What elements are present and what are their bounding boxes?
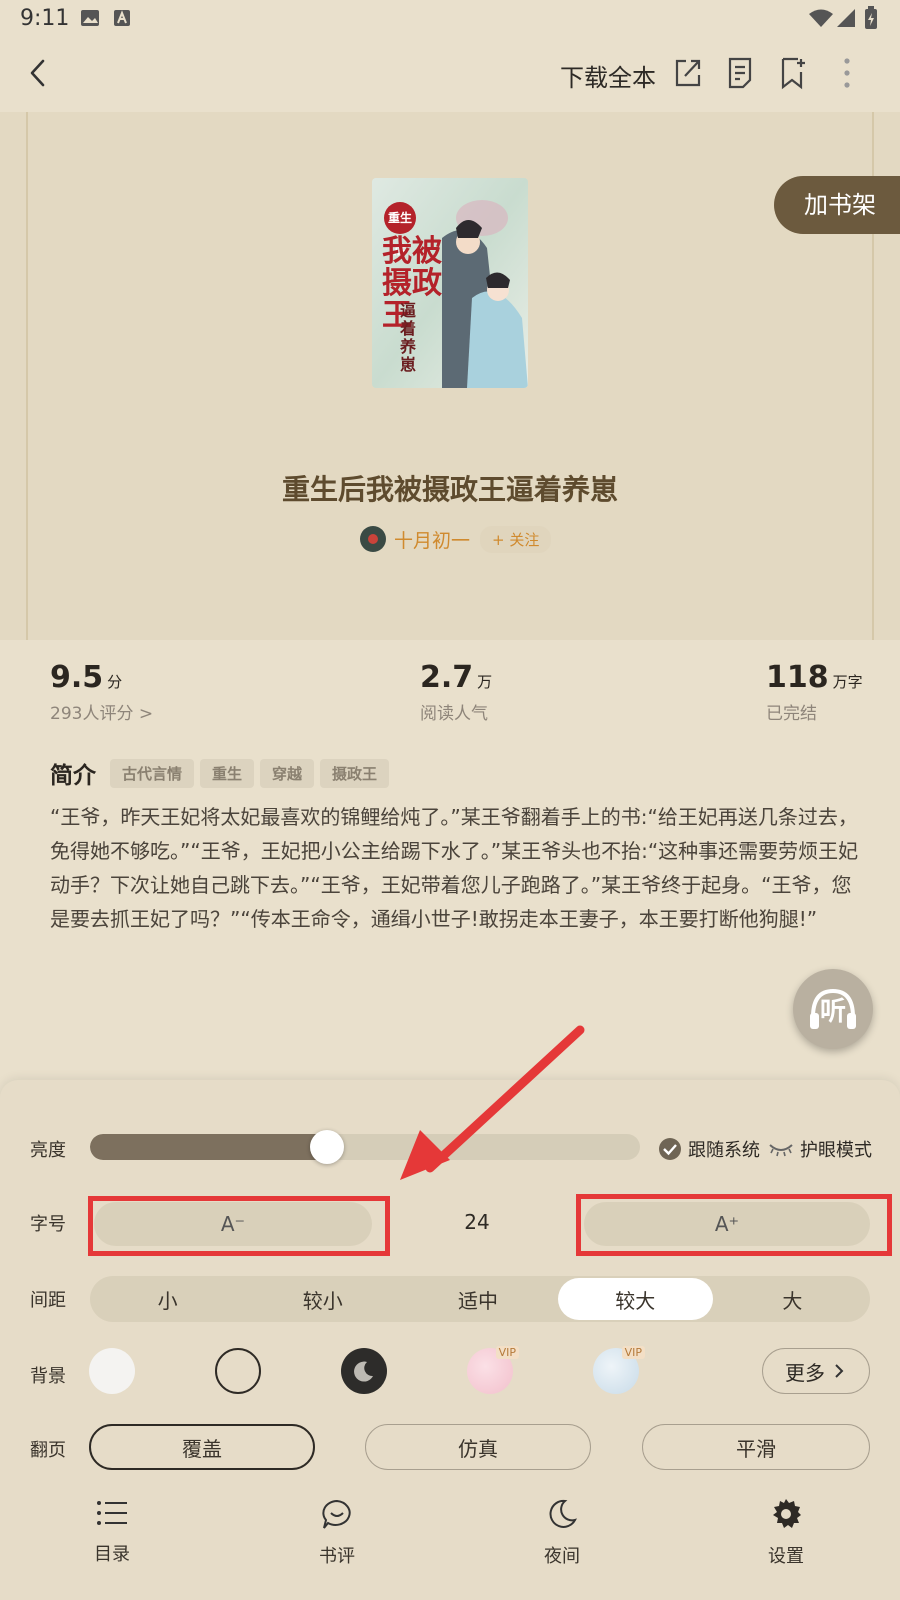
word-count-stat: 118 万字 已完结 — [766, 660, 863, 724]
tag[interactable]: 摄政王 — [320, 758, 390, 788]
notes-icon[interactable] — [726, 56, 756, 90]
spacing-option[interactable]: 较小 — [245, 1276, 400, 1322]
author-name[interactable]: 十月初一 — [394, 526, 470, 553]
moon-icon — [549, 1499, 577, 1528]
bookmark-add-icon[interactable] — [778, 56, 810, 90]
intro-header: 简介 古代言情 重生 穿越 摄政王 — [50, 756, 395, 790]
cover-title-text: 重生后 — [380, 202, 420, 257]
follow-button[interactable]: + 关注 — [480, 525, 552, 553]
background-white-option[interactable] — [89, 1348, 135, 1394]
popularity-stat: 2.7 万 阅读人气 — [420, 660, 492, 724]
brightness-fill — [90, 1134, 327, 1160]
spacing-selector: 小 较小 适中 较大 大 — [90, 1276, 870, 1322]
spacing-option[interactable]: 小 — [90, 1276, 245, 1322]
image-notification-icon — [81, 10, 99, 26]
cover-subtitle: 逼着养崽 — [400, 301, 417, 374]
nav-contents[interactable]: 目录 — [52, 1498, 172, 1566]
tag[interactable]: 古代言情 — [110, 758, 195, 788]
gear-icon — [773, 1499, 801, 1528]
completion-status: 已完结 — [766, 704, 817, 724]
check-circle-icon — [659, 1138, 681, 1160]
signal-icon — [837, 9, 855, 27]
background-blue-option[interactable]: VIP — [593, 1346, 645, 1394]
nav-label: 目录 — [94, 1544, 130, 1565]
eye-mode-label: 护眼模式 — [800, 1140, 872, 1161]
follow-system-label: 跟随系统 — [688, 1140, 760, 1161]
divider — [26, 112, 28, 640]
font-size-value: 24 — [464, 1210, 490, 1234]
battery-icon — [865, 6, 877, 29]
vip-badge: VIP — [495, 1346, 519, 1359]
list-icon — [97, 1501, 127, 1525]
popularity-unit: 万 — [477, 673, 493, 691]
avatar-dot — [368, 534, 378, 544]
toolbar: 下载全本 — [0, 36, 900, 113]
comment-icon — [322, 1499, 351, 1529]
chevron-right-icon — [835, 1364, 844, 1378]
listen-label: 听 — [819, 997, 846, 1027]
nav-settings[interactable]: 设置 — [726, 1498, 846, 1568]
wifi-icon — [809, 9, 833, 27]
brightness-label: 亮度 — [30, 1140, 66, 1161]
book-title: 重生后我被摄政王逼着养崽 — [281, 473, 618, 506]
flip-option-cover[interactable]: 覆盖 — [89, 1424, 315, 1470]
intro-text: “王爷，昨天王妃将太妃最喜欢的锦鲤给炖了。”某王爷翻着手上的书:“给王妃再送几条… — [50, 805, 859, 931]
flip-option-simulation[interactable]: 仿真 — [365, 1424, 591, 1470]
status-time: 9:11 — [20, 6, 70, 31]
annotation-highlight-box — [88, 1196, 390, 1256]
font-size-label: 字号 — [30, 1214, 66, 1235]
moon-icon — [354, 1361, 373, 1382]
more-options-icon[interactable] — [840, 56, 854, 90]
more-backgrounds-button[interactable]: 更多 — [762, 1348, 870, 1394]
app-notification-icon — [114, 10, 130, 26]
eye-closed-icon — [769, 1144, 793, 1157]
score-value: 9.5 — [50, 660, 104, 695]
share-icon[interactable] — [672, 56, 704, 90]
annotation-highlight-box — [576, 1194, 892, 1256]
author-avatar[interactable] — [360, 526, 386, 552]
words-unit: 万字 — [832, 673, 863, 691]
book-cover[interactable]: 重生后 我被摄政王 逼着养崽 — [372, 178, 528, 388]
flip-option-smooth[interactable]: 平滑 — [642, 1424, 870, 1470]
tag[interactable]: 穿越 — [260, 758, 315, 788]
nav-reviews[interactable]: 书评 — [277, 1498, 397, 1568]
background-label: 背景 — [30, 1366, 66, 1387]
download-all-button[interactable]: 下载全本 — [560, 58, 656, 93]
brightness-thumb[interactable] — [309, 1130, 344, 1164]
eye-mode-toggle[interactable]: 护眼模式 — [768, 1136, 872, 1162]
nav-label: 夜间 — [544, 1546, 580, 1567]
vip-badge: VIP — [621, 1346, 645, 1359]
spacing-option[interactable]: 大 — [715, 1276, 870, 1322]
intro-title: 简介 — [50, 763, 96, 789]
book-hero: 重生后 我被摄政王 逼着养崽 加书架 重生后我被摄政王逼着养崽 十月初一 + 关… — [0, 112, 900, 640]
ratings-count: 293人评分 > — [50, 704, 154, 724]
more-label: 更多 — [785, 1360, 825, 1385]
score-unit: 分 — [107, 673, 123, 691]
spacing-label: 间距 — [30, 1290, 66, 1311]
page-flip-label: 翻页 — [30, 1440, 66, 1461]
rating-stat[interactable]: 9.5 分 293人评分 > — [50, 660, 153, 724]
background-pink-option[interactable]: VIP — [467, 1346, 519, 1394]
annotation-arrow — [400, 1025, 585, 1180]
nav-label: 设置 — [768, 1546, 804, 1567]
nav-night-mode[interactable]: 夜间 — [502, 1498, 622, 1568]
author-row: 十月初一 + 关注 — [360, 524, 552, 554]
spacing-option-selected[interactable]: 较大 — [557, 1278, 713, 1320]
nav-label: 书评 — [319, 1546, 355, 1567]
background-night-option[interactable] — [341, 1348, 387, 1394]
tag[interactable]: 重生 — [200, 758, 255, 788]
add-to-shelf-button[interactable]: 加书架 — [774, 176, 900, 234]
spacing-option[interactable]: 适中 — [400, 1276, 555, 1322]
back-icon[interactable] — [26, 58, 50, 88]
popularity-label: 阅读人气 — [420, 704, 488, 724]
background-default-option[interactable] — [215, 1348, 261, 1394]
words-value: 118 — [766, 660, 829, 695]
follow-system-toggle[interactable]: 跟随系统 — [658, 1136, 760, 1162]
popularity-value: 2.7 — [420, 660, 474, 695]
listen-button[interactable]: 听 — [793, 969, 873, 1049]
status-bar: 9:11 — [0, 0, 900, 36]
